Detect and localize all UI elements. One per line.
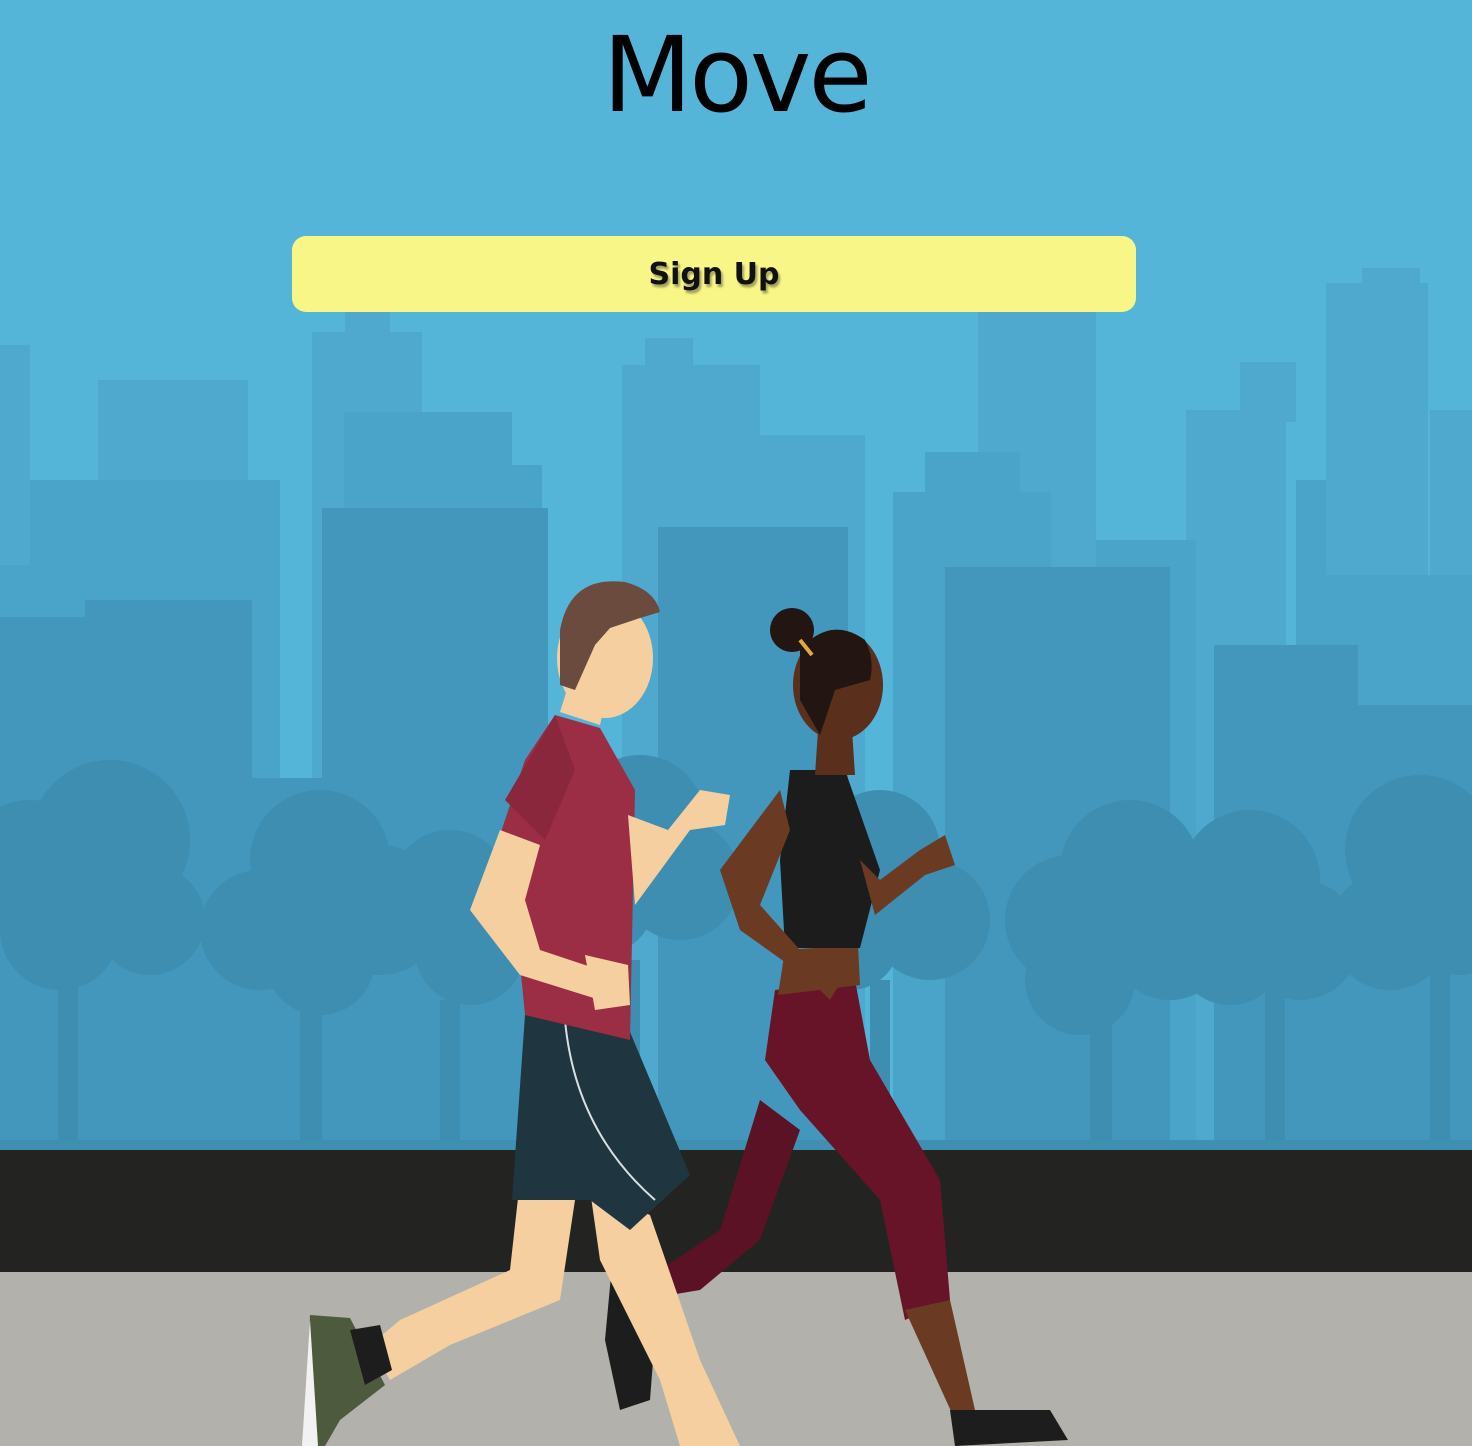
sign-up-button[interactable]: Sign Up — [292, 236, 1136, 312]
park-ground — [0, 1140, 1472, 1150]
hero-illustration — [0, 268, 1472, 1446]
app-title: Move — [602, 14, 873, 136]
sidewalk — [0, 1272, 1472, 1446]
